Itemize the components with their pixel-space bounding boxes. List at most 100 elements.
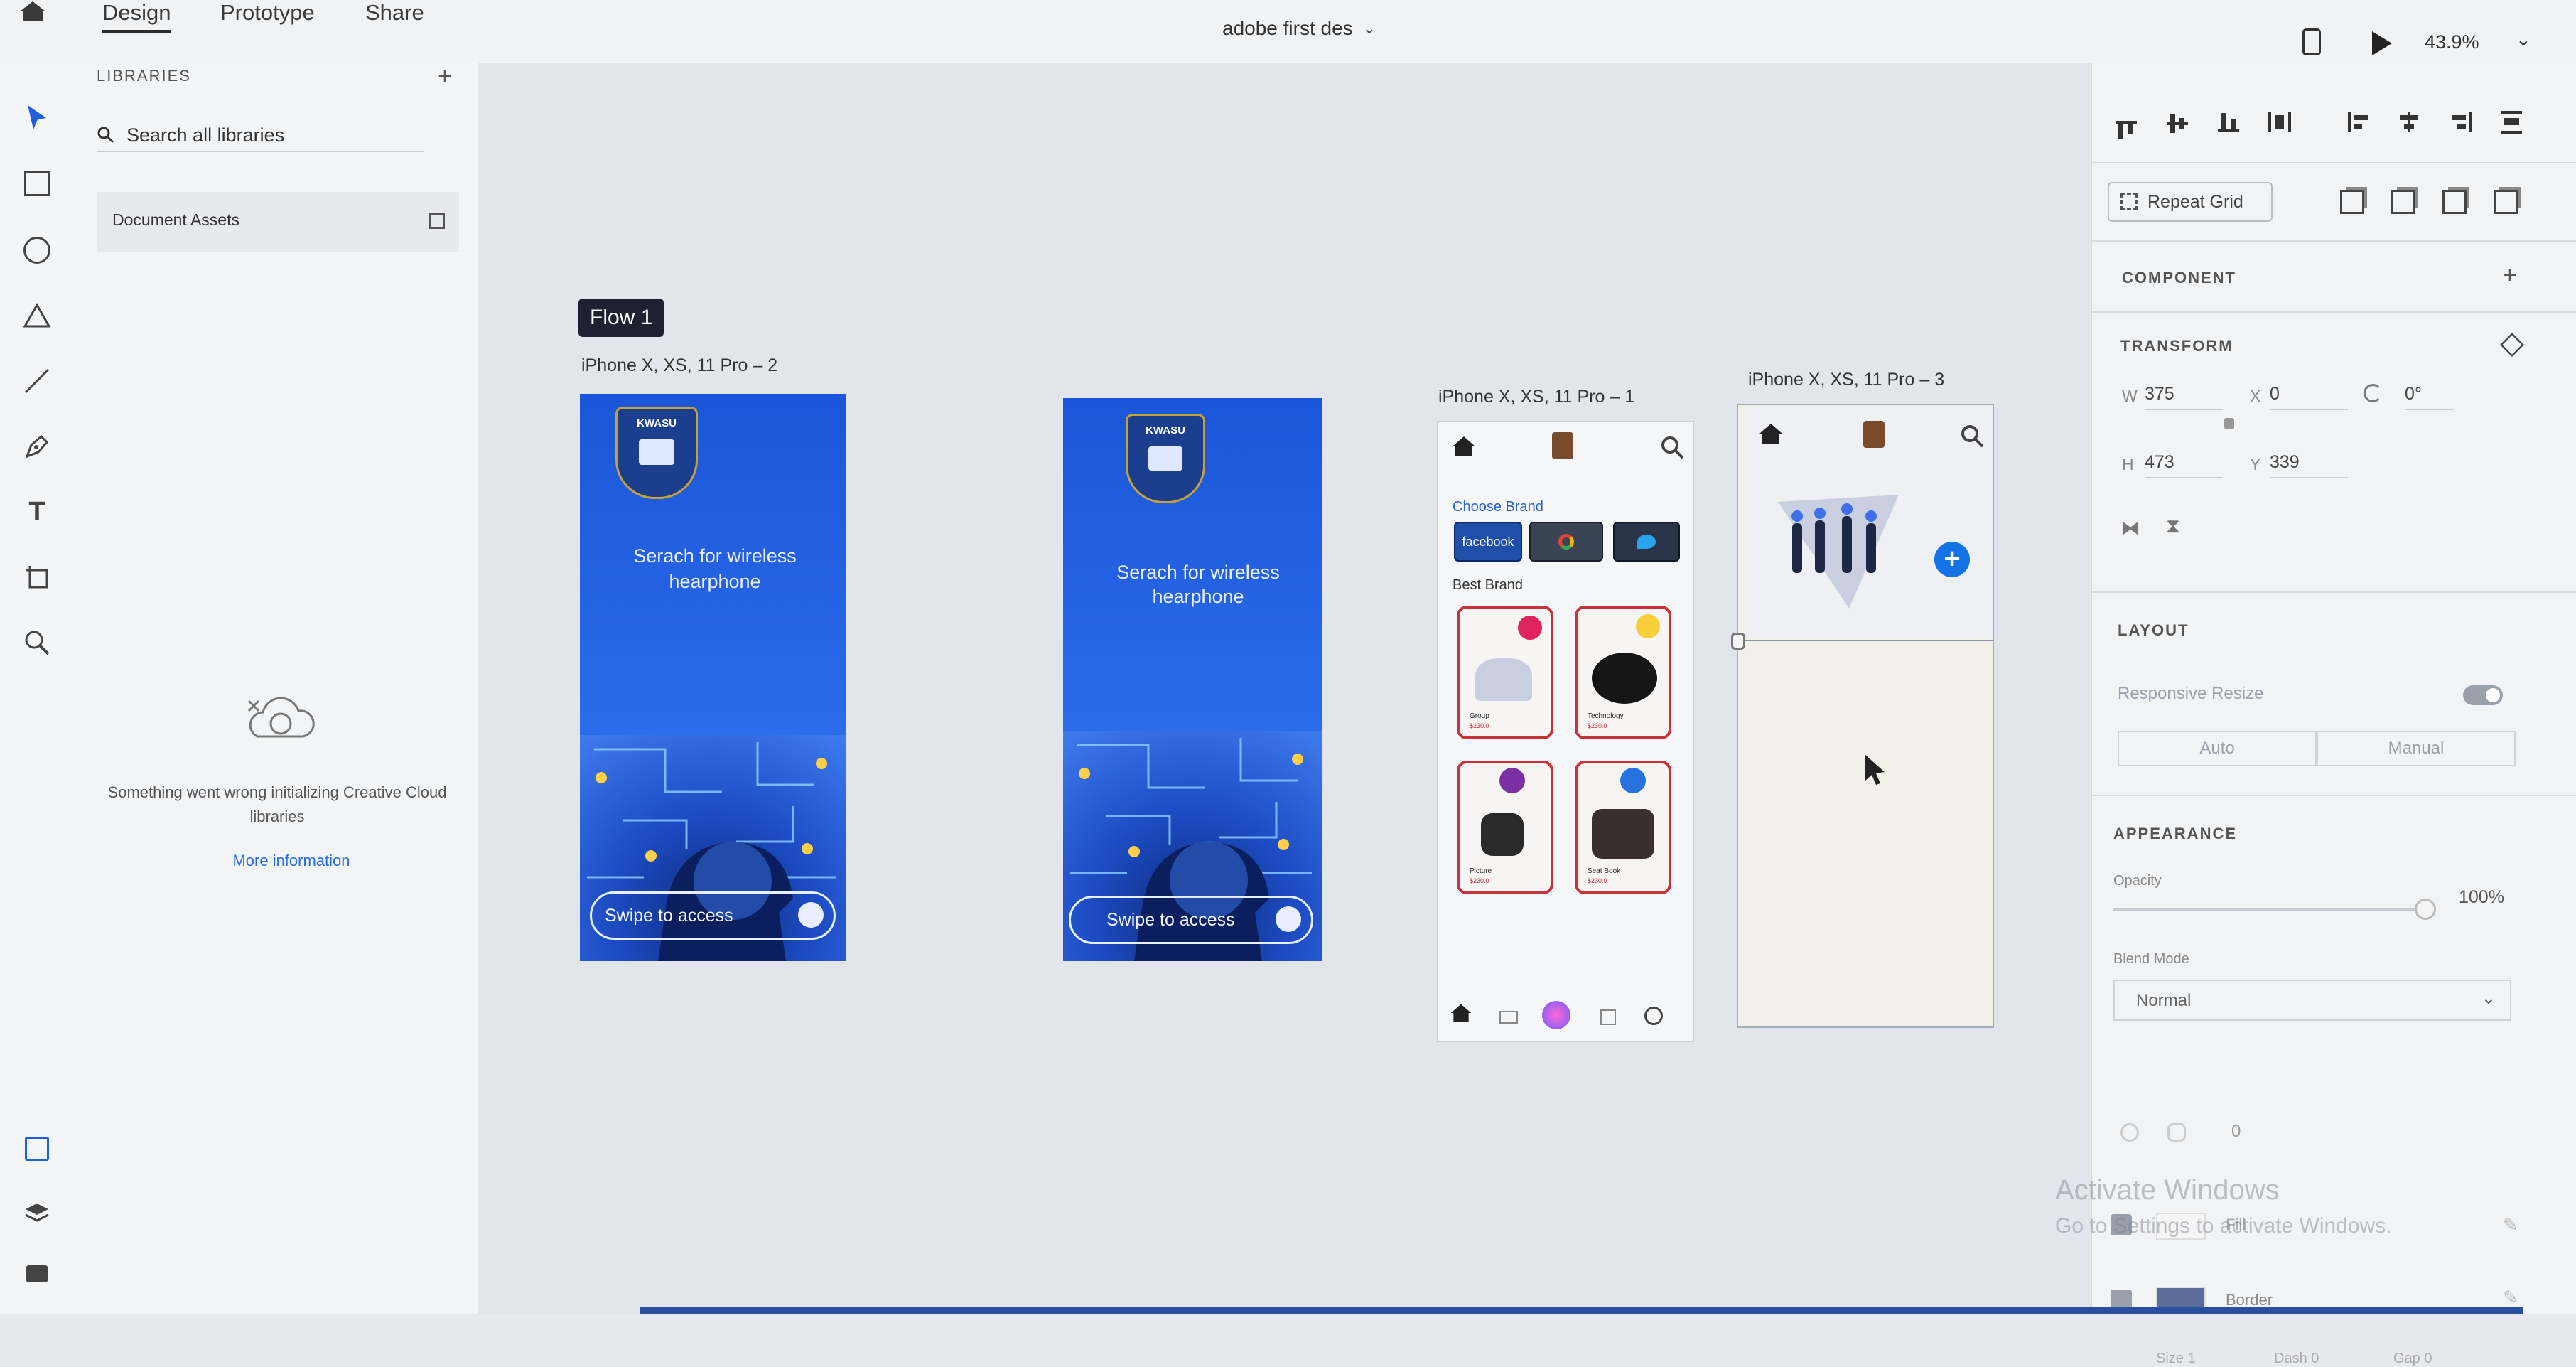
selection-lock-icon[interactable] (1731, 633, 1745, 650)
nav-cart-icon[interactable] (1600, 1009, 1616, 1025)
lock-aspect-icon[interactable] (2224, 418, 2234, 429)
border-size-field[interactable]: Size 1 (2156, 1351, 2196, 1367)
home-icon[interactable] (1451, 435, 1477, 461)
distribute-horizontal-icon[interactable] (2493, 104, 2530, 141)
swipe-to-access-button[interactable]: Swipe to access (590, 891, 836, 940)
height-field[interactable]: 473 (2145, 452, 2223, 478)
zoom-level[interactable]: 43.9% (2425, 31, 2479, 53)
tab-share[interactable]: Share (365, 0, 424, 26)
artboard-blank[interactable]: + (1731, 404, 1994, 1028)
corner-radius-per-corner-icon[interactable] (2167, 1123, 2186, 1142)
select-tool-icon[interactable] (17, 98, 57, 138)
layers-icon[interactable] (17, 1193, 57, 1233)
product-card[interactable]: Seat Book $230.0 (1575, 761, 1671, 894)
width-field[interactable]: 375 (2145, 384, 2223, 410)
opacity-value[interactable]: 100% (2459, 887, 2504, 908)
divider (2092, 240, 2576, 242)
align-top-icon[interactable] (2108, 104, 2145, 141)
brand-twitter-button[interactable] (1613, 522, 1680, 562)
search-icon[interactable] (1960, 424, 1984, 451)
opacity-slider[interactable] (2113, 899, 2436, 920)
border-dash-field[interactable]: Dash 0 (2274, 1351, 2319, 1367)
search-icon (97, 127, 114, 144)
document-assets-row[interactable]: Document Assets (97, 192, 459, 252)
blend-mode-select[interactable]: Normal ⌄ (2113, 980, 2511, 1021)
artboard-home[interactable]: Choose Brand facebook Best Brand Group $… (1437, 421, 1694, 1042)
swipe-to-access-button-2[interactable]: Swipe to access (1069, 896, 1313, 944)
nav-messages-icon[interactable] (1499, 1011, 1518, 1024)
mobile-preview-icon[interactable] (2302, 28, 2321, 55)
y-field[interactable]: 339 (2270, 452, 2348, 478)
pen-tool-icon[interactable] (17, 427, 57, 466)
opacity-slider-thumb[interactable] (2415, 899, 2436, 920)
blend-mode-label: Blend Mode (2113, 951, 2189, 967)
distribute-vertical-icon[interactable] (2261, 104, 2298, 141)
line-tool-icon[interactable] (17, 361, 57, 401)
manual-button[interactable]: Manual (2317, 731, 2516, 766)
responsive-resize-toggle[interactable] (2463, 685, 2503, 705)
align-right-icon[interactable] (2442, 104, 2479, 141)
more-information-link[interactable]: More information (220, 852, 362, 870)
artboard-label-3[interactable]: iPhone X, XS, 11 Pro – 3 (1748, 370, 1944, 390)
home-icon[interactable] (17, 0, 48, 21)
assets-icon[interactable] (17, 1129, 57, 1169)
menu-circle-icon (798, 902, 824, 928)
cube-3d-icon[interactable] (2500, 333, 2524, 357)
artboard-splash-1[interactable]: KWASU Serach for wireless hearphone Swip… (580, 394, 846, 961)
align-left-icon[interactable] (2341, 104, 2378, 141)
fill-eyedropper-icon[interactable]: ✎ (2503, 1214, 2518, 1236)
boolean-add-icon[interactable] (2334, 183, 2371, 220)
zoom-tool-icon[interactable] (17, 623, 57, 663)
brand-google-button[interactable] (1529, 522, 1603, 562)
search-icon[interactable] (1660, 435, 1684, 463)
polygon-tool-icon[interactable] (17, 296, 57, 336)
search-input[interactable]: Search all libraries (126, 124, 284, 146)
product-card[interactable]: Group $230.0 (1457, 606, 1553, 739)
play-icon[interactable] (2372, 31, 2392, 55)
auto-button[interactable]: Auto (2118, 731, 2317, 766)
text-tool-icon[interactable]: T (17, 492, 57, 532)
library-search[interactable]: Search all libraries (97, 119, 424, 152)
flow-label[interactable]: Flow 1 (578, 299, 664, 337)
align-bottom-icon[interactable] (2210, 104, 2247, 141)
artboard-splash-2[interactable]: KWASU Serach for wireless hearphone Swip… (1063, 398, 1322, 961)
document-title-dropdown[interactable]: adobe first des ⌄ (1222, 17, 1376, 40)
brand-facebook-button[interactable]: facebook (1454, 522, 1522, 562)
twitter-icon (1637, 535, 1656, 549)
nav-profile-avatar[interactable] (1542, 1001, 1570, 1029)
zoom-chevron-icon[interactable]: ⌄ (2516, 28, 2531, 50)
add-component-button[interactable]: + (2503, 262, 2517, 289)
collapse-icon[interactable] (429, 213, 445, 229)
border-gap-field[interactable]: Gap 0 (2393, 1351, 2432, 1367)
add-library-button[interactable]: + (438, 63, 452, 90)
boolean-intersect-icon[interactable] (2436, 183, 2473, 220)
design-canvas[interactable]: Flow 1 iPhone X, XS, 11 Pro – 2 KWASU Se… (478, 63, 2091, 1314)
flip-vertical-icon[interactable]: ⧗ (2166, 515, 2180, 538)
product-card[interactable]: Picture $230.0 (1457, 761, 1553, 894)
artboard-label-1[interactable]: iPhone X, XS, 11 Pro – 1 (1438, 387, 1634, 407)
boolean-exclude-icon[interactable] (2487, 183, 2524, 220)
tab-design[interactable]: Design (102, 0, 171, 33)
corner-radius-icon[interactable] (2120, 1123, 2139, 1142)
artboard-label-2[interactable]: iPhone X, XS, 11 Pro – 2 (581, 355, 777, 376)
border-eyedropper-icon[interactable]: ✎ (2503, 1287, 2518, 1309)
rotation-field[interactable]: 0° (2405, 384, 2454, 410)
align-center-icon[interactable] (2391, 104, 2427, 141)
corner-radius-value[interactable]: 0 (2231, 1122, 2241, 1142)
x-field[interactable]: 0 (2270, 384, 2348, 410)
flip-horizontal-icon[interactable]: ⧓ (2120, 516, 2140, 540)
nav-user-icon[interactable] (1644, 1007, 1663, 1025)
repeat-grid-button[interactable]: Repeat Grid (2108, 182, 2273, 222)
boolean-subtract-icon[interactable] (2385, 183, 2422, 220)
tab-prototype[interactable]: Prototype (220, 0, 315, 26)
nav-home-icon[interactable] (1450, 1002, 1472, 1027)
product-card[interactable]: Technology $230.0 (1575, 606, 1671, 739)
plugins-icon[interactable] (17, 1254, 57, 1294)
home-icon[interactable] (1758, 422, 1784, 449)
ellipse-tool-icon[interactable] (17, 230, 57, 270)
logo-text: KWASU (637, 417, 677, 429)
align-middle-icon[interactable] (2159, 104, 2196, 141)
rectangle-tool-icon[interactable] (17, 163, 57, 203)
add-button[interactable]: + (1934, 542, 1970, 577)
artboard-tool-icon[interactable] (17, 557, 57, 597)
